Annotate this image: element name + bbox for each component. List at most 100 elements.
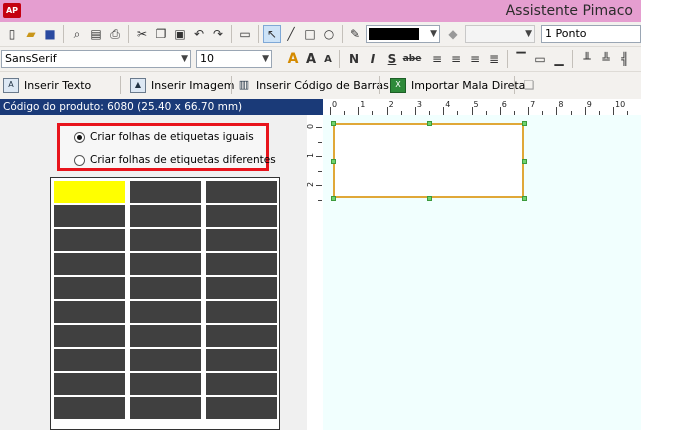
resize-handle[interactable]: [331, 121, 336, 126]
strikethrough-button[interactable]: abe: [403, 50, 422, 68]
print-preview-icon[interactable]: ⌕: [68, 25, 86, 43]
insert-image-button[interactable]: ▲ Inserir Imagem: [130, 76, 234, 94]
label-cell[interactable]: [130, 205, 201, 227]
label-cell[interactable]: [130, 277, 201, 299]
line-width-select[interactable]: 1 Ponto: [541, 25, 641, 43]
label-cell[interactable]: [206, 205, 277, 227]
print-icon[interactable]: ⎙: [106, 25, 124, 43]
align-objects-top-icon[interactable]: ╨: [578, 50, 596, 68]
layers-icon[interactable]: ❏: [520, 76, 538, 94]
separator: [128, 25, 129, 43]
label-cell[interactable]: [206, 253, 277, 275]
label-cell[interactable]: [54, 277, 125, 299]
rectangle-icon[interactable]: □: [301, 25, 319, 43]
page-icon[interactable]: ▭: [236, 25, 254, 43]
align-left-icon[interactable]: ≡: [428, 50, 446, 68]
import-mail-merge-button[interactable]: X Importar Mala Direta: [390, 76, 525, 94]
label-cell[interactable]: [206, 397, 277, 419]
label-cell[interactable]: [130, 229, 201, 251]
label-cell[interactable]: [206, 229, 277, 251]
label-cell-selected[interactable]: [54, 181, 125, 203]
vertical-ruler: 0 1 2: [306, 115, 323, 430]
equal-sheets-option[interactable]: Criar folhas de etiquetas iguais: [74, 129, 254, 145]
insert-text-button[interactable]: A Inserir Texto: [3, 76, 91, 94]
different-sheets-radio[interactable]: [74, 154, 85, 166]
redo-icon[interactable]: ↷: [209, 25, 227, 43]
resize-handle[interactable]: [522, 196, 527, 201]
ellipse-icon[interactable]: ○: [320, 25, 338, 43]
label-design-area[interactable]: [331, 121, 527, 201]
resize-handle[interactable]: [426, 121, 432, 126]
label-cell[interactable]: [54, 325, 125, 347]
label-cell[interactable]: [130, 397, 201, 419]
label-cell[interactable]: [206, 373, 277, 395]
underline-button[interactable]: S: [383, 50, 401, 68]
separator: [507, 50, 508, 68]
label-cell[interactable]: [54, 397, 125, 419]
separator: [342, 25, 343, 43]
align-objects-bottom-icon[interactable]: ╩: [597, 50, 615, 68]
fill-color-select[interactable]: ▼: [465, 25, 535, 43]
font-color-button[interactable]: A: [284, 50, 302, 68]
insert-barcode-button[interactable]: ▥ Inserir Código de Barras: [237, 76, 389, 94]
resize-handle[interactable]: [522, 158, 527, 164]
decrease-font-button[interactable]: A: [319, 50, 337, 68]
chevron-down-icon: ▼: [430, 29, 437, 39]
valign-bottom-icon[interactable]: ▁: [550, 50, 568, 68]
new-file-icon[interactable]: ▯: [3, 25, 21, 43]
label-cell[interactable]: [130, 253, 201, 275]
line-color-select[interactable]: ▼: [366, 25, 440, 43]
label-cell[interactable]: [54, 205, 125, 227]
label-cell[interactable]: [206, 277, 277, 299]
font-family-select[interactable]: SansSerif ▼: [1, 50, 191, 68]
ruler-tick: [443, 107, 445, 115]
font-size-value: 10: [200, 52, 214, 65]
copy-icon[interactable]: ❐: [152, 25, 170, 43]
bold-button[interactable]: N: [345, 50, 363, 68]
label-cell[interactable]: [54, 349, 125, 371]
label-cell[interactable]: [130, 181, 201, 203]
label-cell[interactable]: [206, 349, 277, 371]
different-sheets-option[interactable]: Criar folhas de etiquetas diferentes: [74, 152, 276, 168]
ruler-label: 2: [306, 181, 316, 188]
label-cell[interactable]: [206, 301, 277, 323]
product-code-bar: Código do produto: 6080 (25.40 x 66.70 m…: [0, 99, 323, 115]
valign-top-icon[interactable]: ▔: [512, 50, 530, 68]
undo-icon[interactable]: ↶: [190, 25, 208, 43]
ruler-label: 10: [615, 100, 626, 109]
label-cell[interactable]: [54, 373, 125, 395]
open-folder-icon[interactable]: ▰: [22, 25, 40, 43]
line-icon[interactable]: ╱: [282, 25, 300, 43]
align-right-icon[interactable]: ≡: [466, 50, 484, 68]
label-cell[interactable]: [206, 181, 277, 203]
cut-icon[interactable]: ✂: [133, 25, 151, 43]
fill-icon[interactable]: ◆: [444, 25, 462, 43]
italic-button[interactable]: I: [364, 50, 382, 68]
align-objects-right-icon[interactable]: ╣: [616, 50, 634, 68]
label-cell[interactable]: [54, 301, 125, 323]
pen-color-icon[interactable]: ✎: [346, 25, 364, 43]
label-cell[interactable]: [130, 325, 201, 347]
increase-font-button[interactable]: A: [302, 50, 320, 68]
valign-middle-icon[interactable]: ▭: [531, 50, 549, 68]
label-cell[interactable]: [130, 373, 201, 395]
label-cell[interactable]: [130, 301, 201, 323]
save-icon[interactable]: ■: [41, 25, 59, 43]
resize-handle[interactable]: [522, 121, 527, 126]
ruler-tick: [499, 107, 501, 115]
resize-handle[interactable]: [331, 196, 336, 201]
label-cell[interactable]: [206, 325, 277, 347]
separator: [63, 25, 64, 43]
paste-icon[interactable]: ▣: [171, 25, 189, 43]
resize-handle[interactable]: [426, 196, 432, 201]
label-cell[interactable]: [130, 349, 201, 371]
align-justify-icon[interactable]: ≣: [485, 50, 503, 68]
font-size-select[interactable]: 10 ▼: [196, 50, 272, 68]
align-center-icon[interactable]: ≡: [447, 50, 465, 68]
label-cell[interactable]: [54, 229, 125, 251]
equal-sheets-radio[interactable]: [74, 131, 85, 143]
resize-handle[interactable]: [331, 158, 336, 164]
pointer-icon[interactable]: ↖: [263, 25, 281, 43]
label-cell[interactable]: [54, 253, 125, 275]
print-setup-icon[interactable]: ▤: [87, 25, 105, 43]
